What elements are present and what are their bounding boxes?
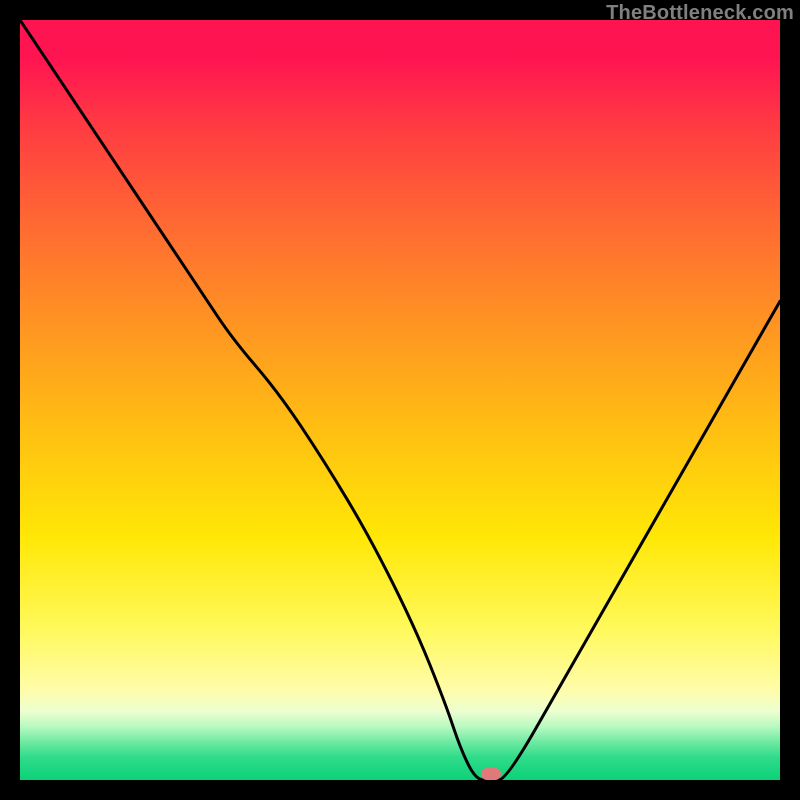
optimal-point-marker (481, 768, 501, 780)
chart-frame: TheBottleneck.com (0, 0, 800, 800)
plot-area (20, 20, 780, 780)
bottleneck-curve (20, 20, 780, 780)
